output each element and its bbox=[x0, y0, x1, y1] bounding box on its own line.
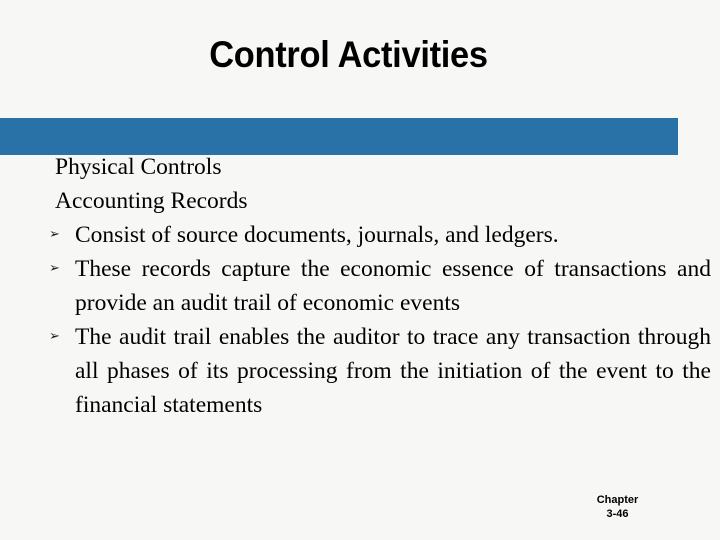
slide-body: Physical Controls Accounting Records ➢ C… bbox=[48, 150, 711, 422]
arrow-bullet-icon: ➢ bbox=[49, 227, 60, 242]
lead-line-accounting-records: Accounting Records bbox=[55, 188, 248, 214]
footer: Chapter 3-46 bbox=[540, 493, 695, 521]
page-title: Control Activities bbox=[209, 34, 488, 75]
footer-chapter-number: 3-46 bbox=[606, 508, 629, 520]
lead-line-physical-controls: Physical Controls bbox=[55, 154, 222, 180]
list-item-text: The audit trail enables the auditor to t… bbox=[75, 324, 711, 418]
list-item-text: These records capture the economic essen… bbox=[75, 256, 711, 316]
arrow-bullet-icon: ➢ bbox=[49, 261, 60, 276]
arrow-bullet-icon: ➢ bbox=[49, 329, 60, 344]
list-item: ➢ The audit trail enables the auditor to… bbox=[48, 320, 711, 422]
list-item-text: Consist of source documents, journals, a… bbox=[75, 222, 559, 248]
footer-chapter-label: Chapter bbox=[596, 494, 639, 506]
list-item: ➢ Consist of source documents, journals,… bbox=[48, 218, 711, 252]
list-item: ➢ These records capture the economic ess… bbox=[48, 252, 711, 320]
slide-canvas: Control Activities Physical Controls Acc… bbox=[0, 0, 720, 540]
